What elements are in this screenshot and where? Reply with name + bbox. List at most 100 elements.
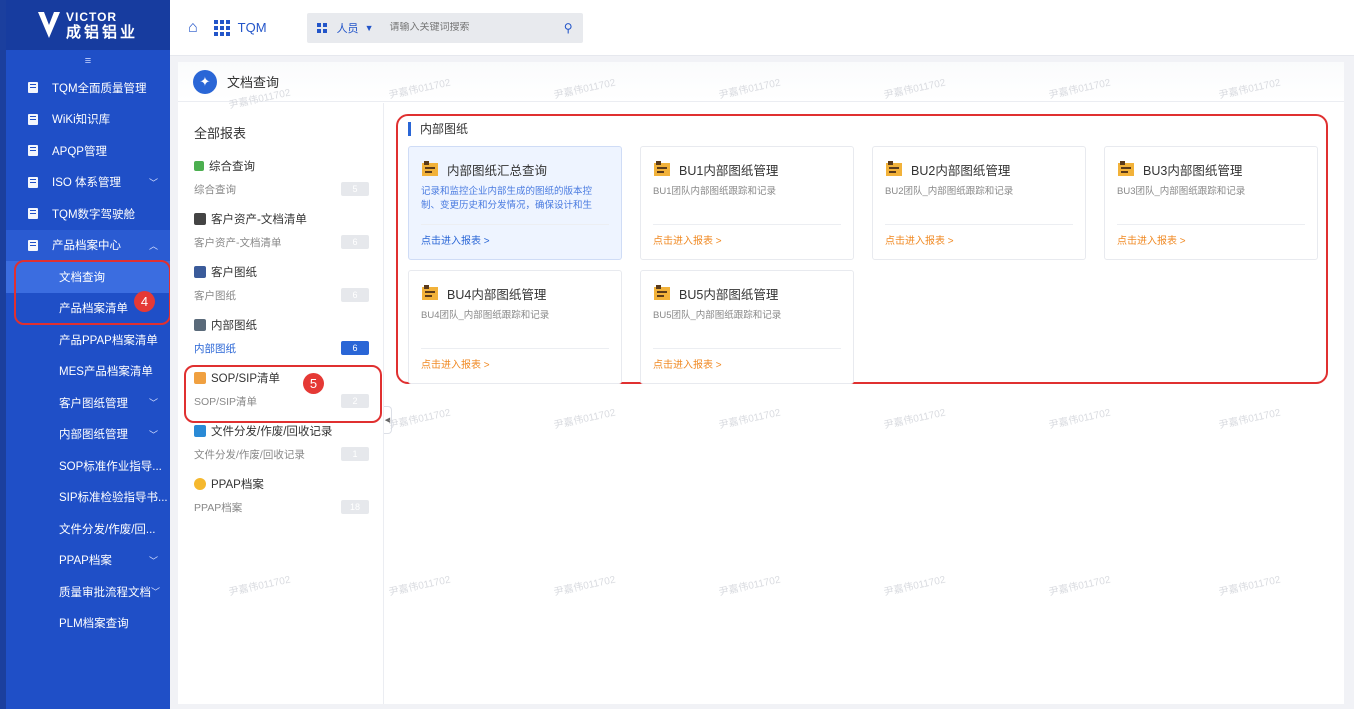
group-title: 客户图纸 — [211, 267, 257, 279]
report-group: 综合查询 综合查询 5 — [194, 157, 369, 200]
report-card-link[interactable]: 点击进入报表 > — [653, 348, 841, 371]
report-group-item[interactable]: PPAP档案 18 — [194, 496, 369, 518]
group-title: 综合查询 — [209, 161, 255, 173]
sidebar-subitem-internal-drawing[interactable]: 内部图纸管理 ﹀ — [6, 419, 170, 451]
chevron-down-icon[interactable]: ▼ — [365, 23, 374, 33]
report-card-link[interactable]: 点击进入报表 > — [653, 224, 841, 247]
report-group-item[interactable]: 客户资产-文档清单 6 — [194, 231, 369, 253]
search-scope-select[interactable]: 人员 — [337, 20, 359, 36]
report-group-item-selected[interactable]: 内部图纸 6 — [194, 337, 369, 359]
sidebar-subitem-customer-drawing[interactable]: 客户图纸管理 ﹀ — [6, 387, 170, 419]
main-panel: ✦ 文档查询 全部报表 综合查询 综合查询 5 客户资产-文档清单 客户资产-文档… — [178, 62, 1344, 704]
sidebar-subitem-sop[interactable]: SOP标准作业指导... — [6, 450, 170, 482]
report-card-link[interactable]: 点击进入报表 > — [421, 224, 609, 247]
app-name[interactable]: TQM — [238, 20, 267, 35]
report-card-title: 内部图纸汇总查询 — [447, 163, 548, 178]
sidebar-subitem-label: 客户图纸管理 — [59, 397, 128, 410]
watermark: 尹嘉伟011702 — [1047, 407, 1112, 432]
report-category-panel: 全部报表 综合查询 综合查询 5 客户资产-文档清单 客户资产-文档清单 6 客户图… — [178, 103, 384, 704]
top-bar: ⌂ TQM 人员 ▼ ⚲ — [170, 0, 1354, 56]
report-card-desc: BU5团队_内部图纸跟踪和记录 — [653, 310, 782, 321]
report-card-title: BU5内部图纸管理 — [679, 287, 779, 302]
search-icon[interactable]: ⚲ — [564, 21, 573, 35]
report-group-item[interactable]: 文件分发/作废/回收记录 1 — [194, 443, 369, 465]
sidebar-subitem-mes-list[interactable]: MES产品档案清单 — [6, 356, 170, 388]
report-group: PPAP档案 PPAP档案 18 — [194, 475, 369, 518]
section-title: 内部图纸 — [408, 122, 1334, 136]
sidebar-subitem-quality-approval[interactable]: 质量审批流程文档 ﹀ — [6, 576, 170, 608]
watermark: 尹嘉伟011702 — [387, 574, 452, 599]
page-title: 文档查询 — [227, 75, 280, 90]
drawing-icon — [194, 266, 206, 278]
report-card[interactable]: 内部图纸汇总查询 记录和监控企业内部生成的图纸的版本控制、变更历史和分发情况，确… — [408, 146, 622, 260]
annotation-box-5 — [184, 365, 382, 423]
sidebar-item-tqm[interactable]: TQM全面质量管理 — [6, 72, 170, 104]
sidebar-subitem-label: 质量审批流程文档 — [59, 586, 151, 599]
sidebar-subitem-ppap-list[interactable]: 产品PPAP档案清单 — [6, 324, 170, 356]
menu-collapse-icon[interactable]: ≡ — [6, 50, 170, 72]
count-badge: 6 — [341, 288, 369, 302]
report-card-desc: BU3团队_内部图纸跟踪和记录 — [1117, 186, 1246, 197]
sidebar-subitem-plm[interactable]: PLM档案查询 — [6, 608, 170, 640]
book-icon — [28, 208, 38, 220]
report-card[interactable]: BU1内部图纸管理 BU1团队内部图纸跟踪和记录 点击进入报表 > — [640, 146, 854, 260]
group-title: 客户资产-文档清单 — [211, 214, 307, 226]
chevron-down-icon: ﹀ — [151, 587, 161, 598]
sidebar-subitem-label: 产品PPAP档案清单 — [59, 334, 158, 347]
annotation-badge-4: 4 — [134, 291, 155, 312]
group-item-label: 文件分发/作废/回收记录 — [194, 448, 305, 461]
sidebar-item-label: TQM全面质量管理 — [52, 82, 147, 95]
sidebar: VICTOR 成铝铝业 ≡ TQM全面质量管理 WiKi知识库 APQP管理 I… — [0, 0, 170, 709]
report-icon — [653, 160, 671, 178]
book-icon — [28, 239, 38, 251]
sidebar-item-product-archive[interactable]: 产品档案中心 ︿ — [6, 229, 170, 261]
app-grid-icon[interactable] — [213, 19, 230, 36]
sidebar-item-iso[interactable]: ISO 体系管理 ﹀ — [6, 167, 170, 199]
report-card-desc: BU1团队内部图纸跟踪和记录 — [653, 186, 776, 197]
sidebar-subitem-file-distribution[interactable]: 文件分发/作废/回... — [6, 513, 170, 545]
report-icon — [421, 284, 439, 302]
report-card[interactable]: BU5内部图纸管理 BU5团队_内部图纸跟踪和记录 点击进入报表 > — [640, 270, 854, 384]
logo-text-en: VICTOR — [65, 9, 118, 24]
panel-collapse-toggle[interactable]: ◀ — [384, 406, 392, 434]
group-item-label: 综合查询 — [194, 183, 236, 196]
book-icon — [28, 113, 38, 125]
ppap-icon — [194, 478, 206, 490]
victor-logo-icon — [37, 12, 60, 38]
sidebar-subitem-ppap[interactable]: PPAP档案 ﹀ — [6, 545, 170, 577]
report-card-link[interactable]: 点击进入报表 > — [421, 348, 609, 371]
report-card-title: BU3内部图纸管理 — [1143, 163, 1243, 178]
count-badge: 1 — [341, 447, 369, 461]
home-icon[interactable]: ⌂ — [188, 19, 198, 37]
watermark: 尹嘉伟011702 — [387, 407, 452, 432]
report-group-item[interactable]: 综合查询 5 — [194, 178, 369, 200]
annotation-badge-5: 5 — [303, 373, 324, 394]
file-distribution-icon — [194, 425, 206, 437]
count-badge: 6 — [341, 341, 369, 355]
group-item-label: PPAP档案 — [194, 501, 243, 514]
group-item-label: 客户图纸 — [194, 289, 236, 302]
report-card-link[interactable]: 点击进入报表 > — [885, 224, 1073, 247]
asset-icon — [194, 213, 206, 225]
sidebar-item-apqp[interactable]: APQP管理 — [6, 135, 170, 167]
page-header: ✦ 文档查询 — [178, 62, 1344, 102]
group-title: 文件分发/作废/回收记录 — [211, 426, 333, 438]
report-card-link[interactable]: 点击进入报表 > — [1117, 224, 1305, 247]
sidebar-item-wiki[interactable]: WiKi知识库 — [6, 104, 170, 136]
sidebar-subitem-label: MES产品档案清单 — [59, 366, 153, 379]
company-logo[interactable]: VICTOR 成铝铝业 — [6, 0, 170, 50]
report-card[interactable]: BU3内部图纸管理 BU3团队_内部图纸跟踪和记录 点击进入报表 > — [1104, 146, 1318, 260]
sidebar-subitem-label: 内部图纸管理 — [59, 429, 128, 442]
sidebar-item-cockpit[interactable]: TQM数字驾驶舱 — [6, 198, 170, 230]
all-reports-heading[interactable]: 全部报表 — [194, 123, 369, 142]
group-item-label: 内部图纸 — [194, 342, 236, 355]
count-badge: 6 — [341, 235, 369, 249]
group-item-label: 客户资产-文档清单 — [194, 236, 282, 249]
report-card[interactable]: BU2内部图纸管理 BU2团队_内部图纸跟踪和记录 点击进入报表 > — [872, 146, 1086, 260]
search-input[interactable] — [389, 22, 530, 33]
report-card[interactable]: BU4内部图纸管理 BU4团队_内部图纸跟踪和记录 点击进入报表 > — [408, 270, 622, 384]
chevron-down-icon: ﹀ — [148, 555, 158, 566]
report-group-item[interactable]: 客户图纸 6 — [194, 284, 369, 306]
sidebar-subitem-sip[interactable]: SIP标准检验指导书... — [6, 482, 170, 514]
book-icon — [28, 145, 38, 157]
